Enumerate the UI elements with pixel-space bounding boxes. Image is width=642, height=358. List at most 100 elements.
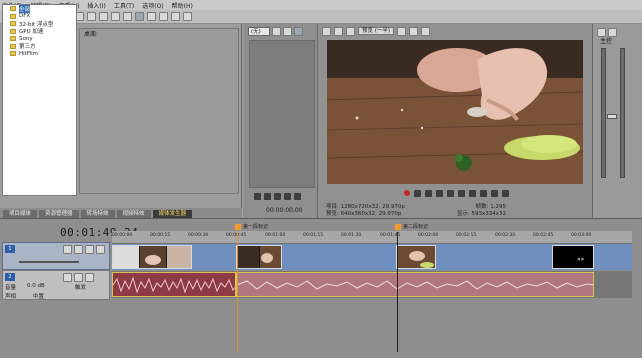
preview-properties-icon[interactable] [322,26,331,36]
folder-icon [10,13,16,19]
video-clip[interactable] [236,245,282,269]
pause-icon[interactable] [447,190,454,197]
marker-line [237,232,238,352]
play-icon[interactable] [264,193,271,200]
stop-icon[interactable] [458,190,465,197]
previous-frame-icon[interactable] [491,190,498,197]
trimmer-add-icon[interactable] [294,26,303,36]
play-icon[interactable] [436,190,443,197]
trimmer-snap-icon[interactable] [283,26,292,36]
stop-icon[interactable] [284,193,291,200]
track-fx-icon[interactable] [74,245,83,254]
timeline-marker-1[interactable]: 第一段标记 [235,223,268,230]
display-info: 显示: 593x334x32 [456,211,506,217]
menu-tools[interactable]: 工具(T) [114,1,134,10]
master-fader[interactable] [607,114,617,119]
undo-icon[interactable] [111,12,120,21]
tab-project-media[interactable]: 项目媒体 [3,210,38,218]
loop-playback-icon[interactable] [414,190,421,197]
tree-item[interactable]: 第三方 [3,43,76,50]
automation-mode[interactable]: 触发 [75,283,86,291]
ruler-tick: 00:01:30 [341,233,362,238]
generator-presets-list[interactable] [79,28,239,194]
ruler-tick: 00:02:00 [418,233,439,238]
level-slider[interactable] [19,261,79,263]
time-ruler[interactable]: 00:00:00 00:00:15 00:00:30 00:00:45 00:0… [112,223,632,244]
menu-insert[interactable]: 插入(I) [87,1,105,10]
mute-icon[interactable] [85,245,94,254]
overlays-icon[interactable] [397,26,407,36]
volume-value: 0.0 dB [27,283,45,289]
tree-item[interactable]: GPU 加速 [3,28,76,35]
trimmer-source-dropdown[interactable]: (无) [248,26,270,36]
solo-icon[interactable] [85,273,94,282]
ruler-tick: 00:01:15 [303,233,324,238]
timeline-marker-2[interactable]: 第二段标记 [395,223,428,230]
mute-icon[interactable] [74,273,83,282]
audio-track-header[interactable]: 2 音量 0.0 dB 声相 中置 触发 [2,270,110,300]
next-icon[interactable] [294,193,301,200]
snapshot-icon[interactable] [409,26,419,36]
copy-icon[interactable] [87,12,96,21]
tab-explorer[interactable]: 资源管理器 [39,210,79,218]
preview-quality-dropdown[interactable]: 预览 (一半) [358,27,395,35]
ruler-tick: 00:00:30 [188,233,209,238]
ruler-tick: 00:03:00 [571,233,592,238]
svg-text:«»: «» [577,256,585,263]
solo-icon[interactable] [96,245,105,254]
marker-flag-icon [395,223,401,230]
selection-tool-icon[interactable] [159,12,168,21]
window-docking-tabs: 项目媒体 资源管理器 转场特效 视频特效 媒体发生器 [0,208,242,218]
folder-icon [10,6,16,12]
master-label: 主控 [600,38,613,45]
loop-icon[interactable] [254,193,261,200]
redo-icon[interactable] [123,12,132,21]
video-clip[interactable]: «» [552,245,594,269]
tab-video-fx[interactable]: 视频特效 [116,210,151,218]
split-screen-icon[interactable] [346,26,355,36]
mixer-fx-icon[interactable] [597,28,606,37]
audio-clip[interactable] [236,272,594,297]
preview-fx-icon[interactable] [334,26,343,36]
video-clip[interactable] [396,245,436,269]
tree-item[interactable]: 全部 [3,4,76,13]
frame-info: 帧数: 1,295 [475,204,506,210]
go-to-start-icon[interactable] [469,190,476,197]
trimmer-options-icon[interactable] [272,26,281,36]
record-icon[interactable] [404,190,410,196]
clip-thumbnails [237,246,281,268]
audio-clip[interactable] [112,272,236,297]
help-icon[interactable] [183,12,192,21]
tree-item[interactable]: Sony [3,35,76,43]
trimmer-header: (无) [248,26,314,36]
menu-help[interactable]: 帮助(H) [172,1,193,10]
tree-item[interactable]: HitFilm [3,50,76,58]
vegas-editor-window: 文件(F) 编辑(E) 查看(V) 插入(I) 工具(T) 选项(O) 帮助(H… [0,0,642,358]
video-frame-image [327,40,583,184]
zoom-tool-icon[interactable] [171,12,180,21]
track-motion-icon[interactable] [63,245,72,254]
trimmer-view[interactable] [249,40,315,188]
audio-track [112,271,632,298]
pan-label: 声相 [5,294,17,300]
copy-snapshot-icon[interactable] [421,26,431,36]
track-fx-icon[interactable] [63,273,72,282]
mixer-mute-icon[interactable] [608,28,617,37]
clip-thumbnails [113,246,191,268]
playhead-cursor[interactable] [397,232,398,352]
paste-icon[interactable] [99,12,108,21]
play-from-start-icon[interactable] [425,190,432,197]
folder-icon [10,51,16,57]
video-clip[interactable] [112,245,192,269]
video-track-header[interactable]: 1 [2,242,110,270]
normal-edit-tool-icon[interactable] [135,12,144,21]
tab-media-generators[interactable]: 媒体发生器 [152,210,193,218]
go-to-end-icon[interactable] [480,190,487,197]
tab-transitions[interactable]: 转场特效 [80,210,115,218]
pause-icon[interactable] [274,193,281,200]
menu-options[interactable]: 选项(O) [142,1,163,10]
folder-icon [10,21,16,27]
next-frame-icon[interactable] [502,190,509,197]
envelope-tool-icon[interactable] [147,12,156,21]
preview-transport [404,190,509,197]
